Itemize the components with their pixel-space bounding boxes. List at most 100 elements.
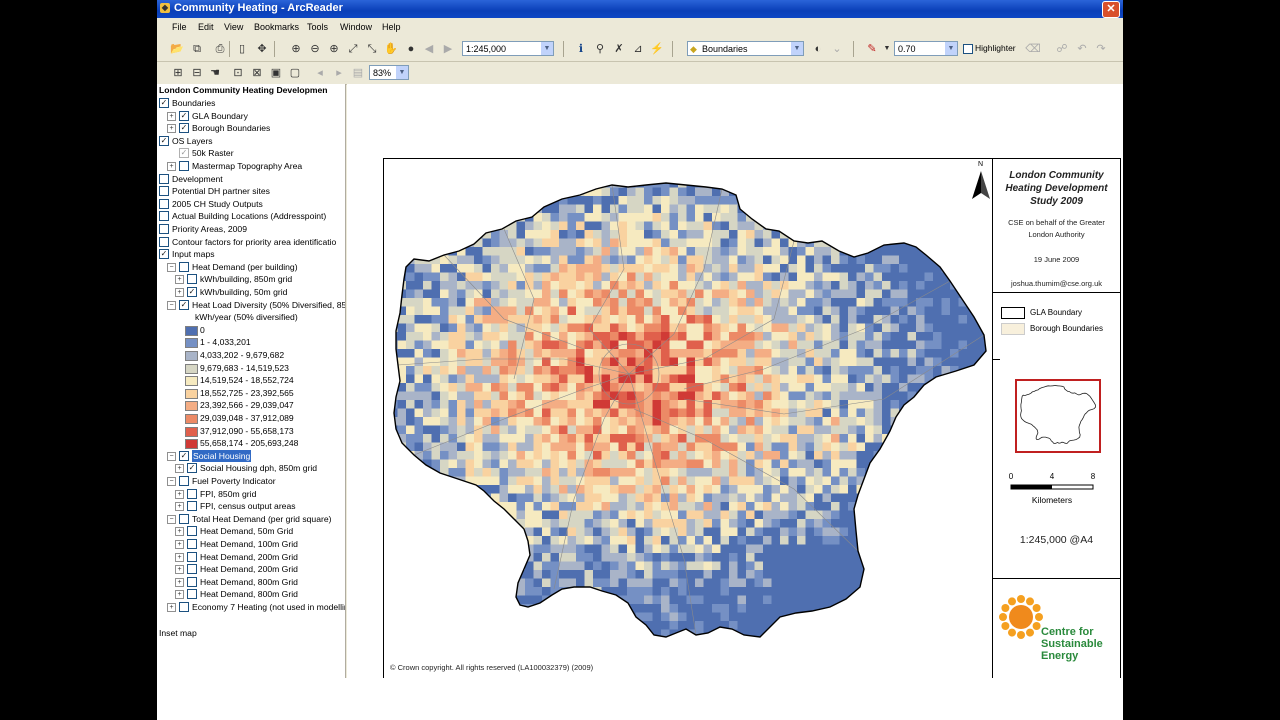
layer-checkbox[interactable] [179,476,189,486]
close-button[interactable]: ✕ [1102,1,1120,18]
open-icon[interactable]: 📂 [169,41,185,57]
expand-icon[interactable]: + [175,275,184,285]
layer-checkbox[interactable]: ✓ [179,450,189,461]
layer-checkbox[interactable]: ✓ [187,287,197,297]
zoom-fixed-out-icon[interactable]: ⤡ [364,41,380,57]
toc-item[interactable]: − Total Heat Demand (per grid square) [157,513,345,525]
layer-checkbox[interactable] [159,186,169,197]
toc-item[interactable]: + Heat Demand, 800m Grid [157,588,345,600]
swipe-icon[interactable]: ◐ [810,41,826,57]
toc-item[interactable]: + FPI, 850m grid [157,488,345,500]
toc-item[interactable]: Development [157,173,345,185]
expand-icon[interactable]: + [167,603,176,612]
identify-icon[interactable]: ℹ [573,41,589,57]
toc-item[interactable]: + Heat Demand, 200m Grid [157,551,345,563]
layer-checkbox[interactable] [187,551,197,562]
chevron-down-icon[interactable]: ▼ [791,42,803,55]
expand-icon[interactable]: + [175,489,184,499]
toc-item[interactable]: + kWh/building, 850m grid [157,273,345,285]
toc-item[interactable]: ✓ 50k Raster [157,147,345,159]
chevron-down-icon[interactable]: ▼ [396,66,408,79]
zoom-extent-icon[interactable]: ⤢ [345,41,361,57]
whole-page-icon[interactable]: ▣ [268,65,284,81]
pen-icon[interactable]: ✎ [864,41,880,57]
hyperlink-icon[interactable]: ⚡ [649,41,665,57]
toc-item[interactable]: + Economy 7 Heating (not used in modellin [157,601,345,613]
layout-fixed-out-icon[interactable]: ⊠ [249,65,265,81]
expand-icon[interactable]: + [167,124,176,134]
layer-checkbox[interactable] [187,576,197,587]
layer-checkbox[interactable]: ✓ [187,463,197,474]
layer-checkbox[interactable] [187,488,197,499]
chevron-down-icon[interactable]: ▼ [541,42,553,55]
layer-checkbox[interactable] [179,513,189,524]
toc-item[interactable]: Contour factors for priority area identi… [157,236,345,248]
layer-checkbox[interactable]: ✓ [179,110,189,121]
flicker-icon[interactable]: ⌄ [829,41,845,57]
layer-checkbox[interactable]: ✓ [159,249,169,260]
pan-layout-icon[interactable]: ✥ [254,41,270,57]
expand-icon[interactable]: + [175,552,184,562]
toc-item[interactable]: kWh/year (50% diversified) [157,311,345,323]
layer-combo[interactable]: ◆ Boundaries ▼ [687,41,804,56]
layer-checkbox[interactable] [159,224,169,234]
collapse-icon[interactable]: − [167,514,176,524]
zoom-100-icon[interactable]: ▢ [287,65,303,81]
toc-item[interactable]: + Mastermap Topography Area [157,160,345,172]
toc-item[interactable]: + Heat Demand, 200m Grid [157,563,345,575]
layer-checkbox[interactable]: ✓ [179,123,189,134]
expand-icon[interactable]: + [175,527,184,537]
zoom-in-icon[interactable]: ⊕ [288,41,304,57]
layer-checkbox[interactable] [187,589,197,600]
toc-item[interactable]: Priority Areas, 2009 [157,223,345,235]
collapse-icon[interactable]: − [167,300,176,310]
layout-zoom-in-icon[interactable]: ⊞ [170,65,186,81]
layer-checkbox[interactable] [187,526,197,537]
undo-icon[interactable]: ↶ [1074,41,1090,57]
toc-item[interactable]: − Heat Demand (per building) [157,261,345,273]
expand-icon[interactable]: + [167,162,176,171]
layer-checkbox[interactable]: ✓ [159,135,169,146]
focus-icon[interactable]: ▤ [350,65,366,81]
menu-edit[interactable]: Edit [198,22,214,32]
map-frame[interactable]: N © Crown copyright. All rights reserved… [384,159,993,679]
markup-icon[interactable]: ☍ [1054,41,1070,57]
layer-checkbox[interactable] [187,564,197,575]
transparency-combo[interactable]: 0.70 ▼ [894,41,958,56]
zoom-combo[interactable]: 83% ▼ [369,65,409,80]
toc-item[interactable]: ✓ Boundaries [157,97,345,109]
scale-combo[interactable]: 1:245,000 ▼ [462,41,554,56]
toc-item[interactable]: 2005 CH Study Outputs [157,198,345,210]
menu-bookmarks[interactable]: Bookmarks [254,22,299,32]
collapse-icon[interactable]: − [167,477,176,486]
find-icon[interactable]: ⚲ [592,41,608,57]
forward-icon[interactable]: ▶ [440,41,456,57]
collapse-icon[interactable]: − [167,451,176,461]
zoom-out-icon[interactable]: ⊖ [307,41,323,57]
chevron-down-icon[interactable]: ▼ [945,42,957,55]
toc-item[interactable]: ✓ OS Layers [157,135,345,147]
full-extent-icon[interactable]: ● [403,41,419,57]
expand-icon[interactable]: + [175,565,184,575]
copy-icon[interactable]: ⧉ [189,41,205,57]
menu-window[interactable]: Window [340,22,372,32]
layer-checkbox[interactable] [179,602,189,612]
heat-map[interactable] [384,159,992,679]
layer-checkbox[interactable]: ✓ [179,299,189,310]
go-to-xy-icon[interactable]: ✗ [611,41,627,57]
expand-icon[interactable]: + [175,288,184,297]
layer-checkbox[interactable] [159,211,169,222]
menu-help[interactable]: Help [382,22,401,32]
layer-checkbox[interactable] [179,261,189,272]
layer-checkbox[interactable] [187,274,197,285]
toc-item[interactable]: + Heat Demand, 100m Grid [157,538,345,550]
page-layout-icon[interactable]: ▯ [234,41,250,57]
toc-item[interactable]: Actual Building Locations (Addresspoint) [157,210,345,222]
layout-fixed-in-icon[interactable]: ⊡ [230,65,246,81]
highlighter-checkbox[interactable] [963,44,973,54]
toc-item[interactable]: − Fuel Poverty Indicator [157,475,345,487]
layer-checkbox[interactable] [159,236,169,247]
toc-item[interactable]: + ✓ GLA Boundary [157,110,345,122]
toc-item[interactable]: + Heat Demand, 800m Grid [157,576,345,588]
expand-icon[interactable]: + [167,111,176,121]
